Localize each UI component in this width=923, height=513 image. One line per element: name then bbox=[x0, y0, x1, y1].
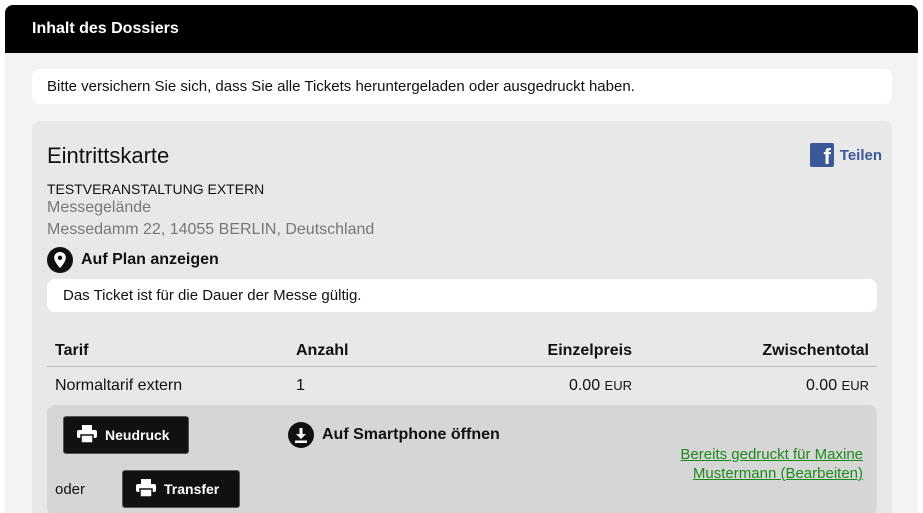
zwischentotal-value: 0.00 bbox=[805, 377, 838, 394]
col-header-einzelpreis: Einzelpreis bbox=[547, 342, 632, 359]
printer-icon bbox=[136, 478, 156, 500]
table-row: Normaltarif extern 1 0.00 EUR 0.00 EUR bbox=[47, 369, 877, 401]
printed-link-line2: Mustermann (Bearbeiten) bbox=[692, 465, 863, 482]
ticket-actions: Neudruck Auf Smartphone öffnen oder Tran… bbox=[47, 405, 877, 513]
notice-text: Bitte versichern Sie sich, dass Sie alle… bbox=[47, 78, 635, 95]
transfer-label: Transfer bbox=[164, 481, 220, 497]
einzelpreis-value: 0.00 bbox=[568, 377, 601, 394]
facebook-icon: f bbox=[809, 143, 834, 168]
cell-anzahl: 1 bbox=[296, 377, 305, 394]
event-name: TESTVERANSTALTUNG EXTERN bbox=[47, 181, 265, 197]
open-on-smartphone-link[interactable]: Auf Smartphone öffnen bbox=[288, 422, 500, 448]
currency-label: EUR bbox=[841, 378, 869, 393]
share-label: Teilen bbox=[839, 146, 882, 164]
reprint-button[interactable]: Neudruck bbox=[63, 416, 189, 454]
smartphone-label: Auf Smartphone öffnen bbox=[322, 426, 500, 443]
cell-zwischentotal: 0.00 EUR bbox=[806, 377, 869, 395]
dossier-panel: Inhalt des Dossiers Bitte versichern Sie… bbox=[5, 5, 918, 513]
col-header-tarif: Tarif bbox=[55, 342, 89, 359]
table-header: Tarif Anzahl Einzelpreis Zwischentotal bbox=[47, 334, 877, 367]
currency-label: EUR bbox=[604, 378, 632, 393]
or-label: oder bbox=[55, 481, 86, 498]
col-header-anzahl: Anzahl bbox=[296, 342, 349, 359]
col-header-zwischentotal: Zwischentotal bbox=[762, 342, 869, 359]
validity-note: Das Ticket ist für die Dauer der Messe g… bbox=[47, 279, 877, 312]
venue-name: Messegelände bbox=[47, 199, 152, 216]
ticket-title: Eintrittskarte bbox=[47, 143, 170, 168]
transfer-button[interactable]: Transfer bbox=[122, 470, 240, 508]
download-notice: Bitte versichern Sie sich, dass Sie alle… bbox=[32, 69, 892, 104]
cell-einzelpreis: 0.00 EUR bbox=[569, 377, 632, 395]
cell-tarif: Normaltarif extern bbox=[55, 377, 183, 394]
map-pin-icon bbox=[47, 247, 73, 273]
already-printed-edit-link[interactable]: Bereits gedruckt für Maxine Mustermann (… bbox=[680, 445, 863, 483]
map-link-label: Auf Plan anzeigen bbox=[81, 251, 219, 268]
panel-header: Inhalt des Dossiers bbox=[5, 5, 918, 53]
venue-address: Messedamm 22, 14055 BERLIN, Deutschland bbox=[47, 221, 375, 238]
ticket-card: Eintrittskarte f Teilen TESTVERANSTALTUN… bbox=[32, 121, 892, 513]
reprint-label: Neudruck bbox=[105, 427, 170, 443]
validity-text: Das Ticket ist für die Dauer der Messe g… bbox=[63, 287, 362, 304]
printer-icon bbox=[77, 424, 97, 446]
download-icon bbox=[288, 422, 314, 448]
show-on-map-link[interactable]: Auf Plan anzeigen bbox=[47, 247, 219, 273]
panel-title: Inhalt des Dossiers bbox=[32, 20, 179, 37]
share-button[interactable]: f Teilen bbox=[809, 143, 882, 168]
printed-link-line1: Bereits gedruckt für Maxine bbox=[680, 446, 863, 463]
